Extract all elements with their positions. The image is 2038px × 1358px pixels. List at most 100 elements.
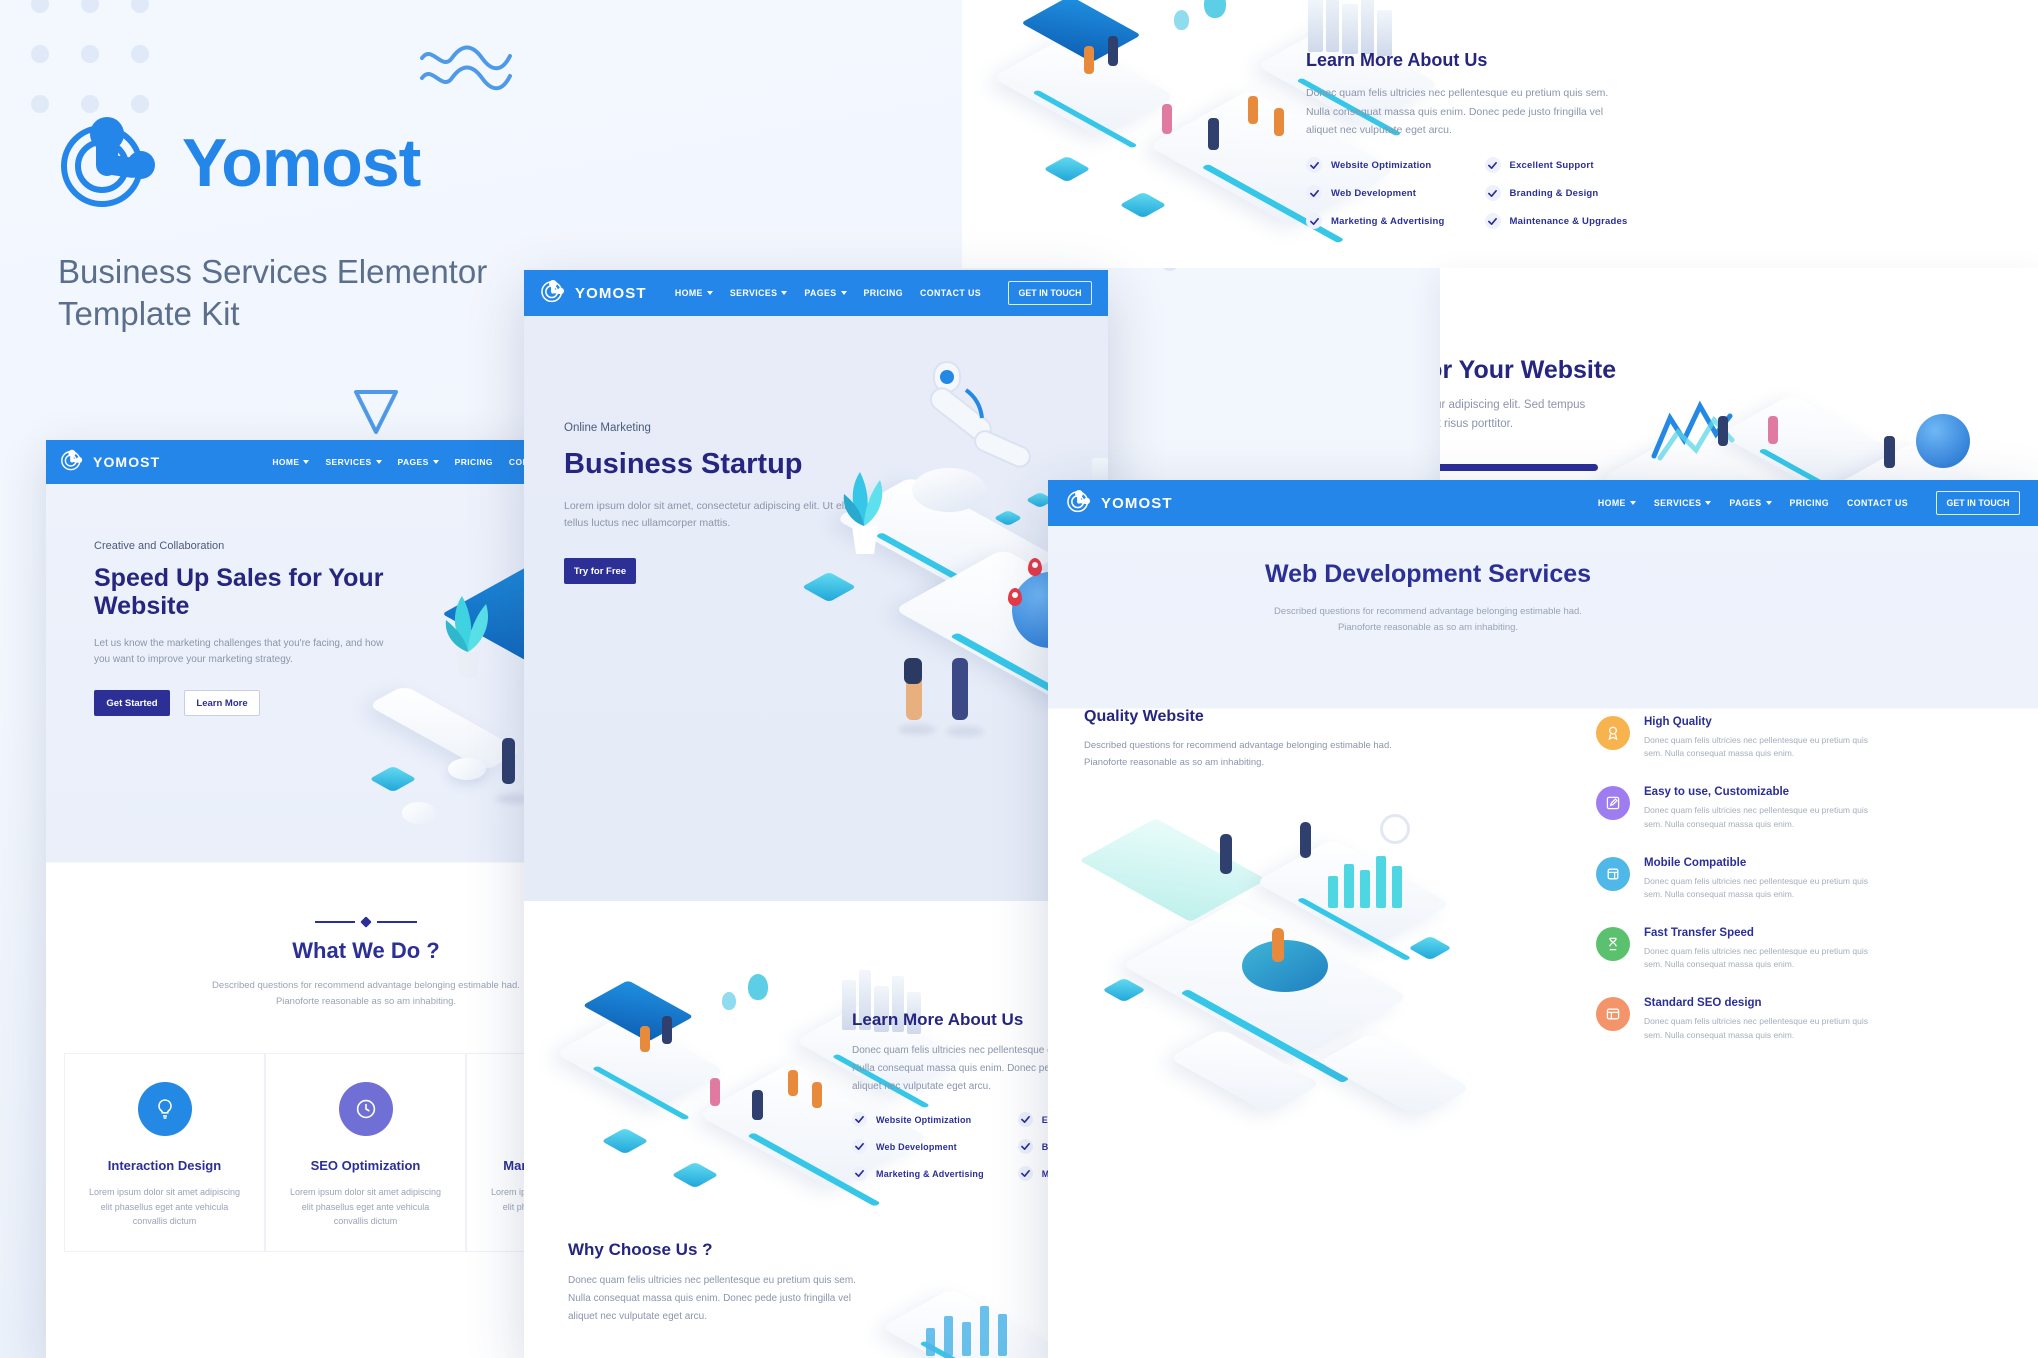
learn-more-label: Learn More bbox=[196, 697, 248, 709]
progress-bar bbox=[1440, 464, 1598, 471]
get-started-button[interactable]: Get Started bbox=[94, 690, 170, 717]
nav-links-center: HOME SERVICES PAGES PRICING CONTACT US G… bbox=[675, 281, 1092, 305]
nav-item-contact[interactable]: CONTACT US bbox=[920, 288, 981, 298]
check-icon bbox=[1017, 1139, 1033, 1155]
logo-left[interactable]: YOMOST bbox=[60, 448, 160, 477]
why-paragraph-line-3: aliquet nec vulputate eget arcu. bbox=[568, 1311, 707, 1323]
nav-item-pages[interactable]: PAGES bbox=[1729, 498, 1772, 508]
feature-title: Fast Transfer Speed bbox=[1644, 927, 1754, 940]
chevron-down-icon bbox=[432, 460, 439, 464]
try-for-free-button[interactable]: Try for Free bbox=[564, 558, 636, 585]
nav-item-pages[interactable]: PAGES bbox=[804, 288, 847, 298]
check-item[interactable]: Branding & Design bbox=[1484, 185, 1628, 202]
nav-item-pricing[interactable]: PRICING bbox=[455, 457, 493, 467]
feature-title: Standard SEO design bbox=[1644, 997, 1762, 1010]
check-column-right: Excellent Support Branding & Design Main… bbox=[1484, 157, 1628, 230]
check-column-left: Website Optimization Web Development Mar… bbox=[1306, 157, 1445, 230]
about-paragraph-line-2: Nulla consequat massa quis enim. Donec p… bbox=[1306, 105, 1604, 118]
divider-diamond-icon bbox=[360, 916, 372, 928]
get-in-touch-button[interactable]: GET IN TOUCH bbox=[1936, 491, 2020, 515]
check-item[interactable]: Marketing & Advertising bbox=[1306, 213, 1445, 230]
feature-title: Easy to use, Customizable bbox=[1644, 786, 1790, 799]
nav-item-services[interactable]: SERVICES bbox=[1654, 498, 1712, 508]
get-in-touch-label: GET IN TOUCH bbox=[1946, 498, 2010, 508]
nav-item-pricing[interactable]: PRICING bbox=[864, 288, 903, 298]
check-icon bbox=[1017, 1112, 1033, 1128]
brand-mark-icon bbox=[540, 278, 566, 309]
chevron-down-icon bbox=[781, 291, 788, 295]
about-block-top-right: Learn More About Us Donec quam felis ult… bbox=[1306, 50, 1726, 230]
check-icon bbox=[1306, 213, 1322, 230]
check-item[interactable]: Website Optimization bbox=[852, 1112, 984, 1128]
check-item[interactable]: Maintenance & Upgrades bbox=[1484, 213, 1628, 230]
check-label: Website Optimization bbox=[876, 1114, 972, 1125]
check-icon bbox=[852, 1112, 867, 1128]
feature-item[interactable]: High Quality Donec quam felis ultricies … bbox=[1596, 716, 2036, 760]
logo-wordmark: YOMOST bbox=[93, 454, 161, 470]
nav-item-services[interactable]: SERVICES bbox=[325, 457, 382, 467]
feature-text-line-2: sem. Nulla consequat massa quis enim. bbox=[1644, 748, 1795, 759]
get-in-touch-button[interactable]: GET IN TOUCH bbox=[1008, 281, 1092, 305]
why-title: Why Choose Us ? bbox=[568, 1240, 713, 1259]
brand-mark-icon bbox=[60, 448, 84, 477]
check-icon bbox=[1484, 213, 1501, 230]
brand-mark-icon bbox=[1066, 488, 1092, 519]
learn-more-button[interactable]: Learn More bbox=[184, 690, 260, 717]
try-for-free-label: Try for Free bbox=[573, 565, 627, 577]
feature-item[interactable]: Mobile Compatible Donec quam felis ultri… bbox=[1596, 856, 2036, 901]
check-item[interactable]: Excellent Support bbox=[1484, 157, 1628, 174]
divider-bar-right bbox=[377, 921, 417, 923]
check-label: Maintenance & Upgrades bbox=[1509, 215, 1628, 227]
logo-right[interactable]: YOMOST bbox=[1066, 488, 1173, 519]
nav-item-home[interactable]: HOME bbox=[675, 288, 713, 298]
logo-wordmark: YOMOST bbox=[1101, 494, 1173, 512]
triangle-decoration bbox=[354, 390, 398, 434]
nav-item-pages[interactable]: PAGES bbox=[398, 457, 439, 467]
right-hero: Web Development Services Described quest… bbox=[1048, 560, 1808, 635]
why-paragraph-line-2: Nulla consequat massa quis enim. Donec p… bbox=[568, 1293, 851, 1305]
nav-item-home[interactable]: HOME bbox=[272, 457, 310, 467]
check-item[interactable]: Web Development bbox=[852, 1139, 984, 1155]
service-text-line-2: elit phasellus eget ante vehicula bbox=[100, 1201, 229, 1212]
feature-title: High Quality bbox=[1644, 716, 1712, 728]
check-label: Web Development bbox=[876, 1141, 957, 1152]
logo-center[interactable]: YOMOST bbox=[540, 278, 647, 309]
service-card[interactable]: SEO Optimization Lorem ipsum dolor sit a… bbox=[265, 1053, 466, 1252]
layout-icon bbox=[1596, 997, 1630, 1032]
logo-wordmark: YOMOST bbox=[575, 284, 647, 302]
edit-icon bbox=[1596, 786, 1630, 821]
nav-item-pricing[interactable]: PRICING bbox=[1790, 498, 1829, 508]
feature-text-line-2: sem. Nulla consequat massa quis enim. bbox=[1644, 1029, 1795, 1040]
feature-text-line-2: sem. Nulla consequat massa quis enim. bbox=[1644, 888, 1795, 899]
plant-icon bbox=[832, 462, 898, 565]
check-item[interactable]: Web Development bbox=[1306, 185, 1445, 202]
quality-sub-line-2: Pianoforte reasonable as so am inhabitin… bbox=[1084, 756, 1265, 768]
service-text-line-3: convallis dictum bbox=[333, 1216, 398, 1227]
quality-sub-line-1: Described questions for recommend advant… bbox=[1084, 739, 1392, 751]
lightbulb-icon bbox=[137, 1082, 192, 1137]
check-item[interactable]: Marketing & Advertising bbox=[852, 1166, 984, 1182]
nav-item-services[interactable]: SERVICES bbox=[730, 288, 788, 298]
nav-item-home[interactable]: HOME bbox=[1598, 498, 1636, 508]
panel-top-right: Learn More About Us Donec quam felis ult… bbox=[962, 0, 2038, 268]
service-card[interactable]: Interaction Design Lorem ipsum dolor sit… bbox=[64, 1053, 265, 1252]
nav-links-right: HOME SERVICES PAGES PRICING CONTACT US G… bbox=[1598, 491, 2020, 515]
chevron-down-icon bbox=[1629, 501, 1636, 505]
nav-item-contact[interactable]: CONTACT US bbox=[1847, 498, 1908, 508]
feature-item[interactable]: Standard SEO design Donec quam felis ult… bbox=[1596, 997, 2036, 1041]
service-text-line-3: convallis dictum bbox=[132, 1216, 197, 1227]
check-label: Marketing & Advertising bbox=[1331, 215, 1445, 227]
quality-title: Quality Website bbox=[1084, 708, 1204, 725]
plant-icon bbox=[434, 586, 504, 687]
hero-eyebrow: Creative and Collaboration bbox=[94, 540, 225, 552]
feature-text-line-2: sem. Nulla consequat massa quis enim. bbox=[1644, 818, 1795, 829]
feature-item[interactable]: Fast Transfer Speed Donec quam felis ult… bbox=[1596, 927, 2036, 971]
chevron-down-icon bbox=[840, 291, 847, 295]
right-hero-title: Web Development Services bbox=[1264, 560, 1592, 588]
about-paragraph-line-3: aliquet nec vulputate eget arcu. bbox=[1306, 123, 1452, 136]
why-paragraph-line-1: Donec quam felis ultricies nec pellentes… bbox=[568, 1275, 856, 1287]
check-item[interactable]: Website Optimization bbox=[1306, 157, 1445, 174]
check-icon bbox=[1306, 157, 1322, 174]
feature-item[interactable]: Easy to use, Customizable Donec quam fel… bbox=[1596, 786, 2036, 830]
brand-logo-icon bbox=[58, 108, 162, 217]
